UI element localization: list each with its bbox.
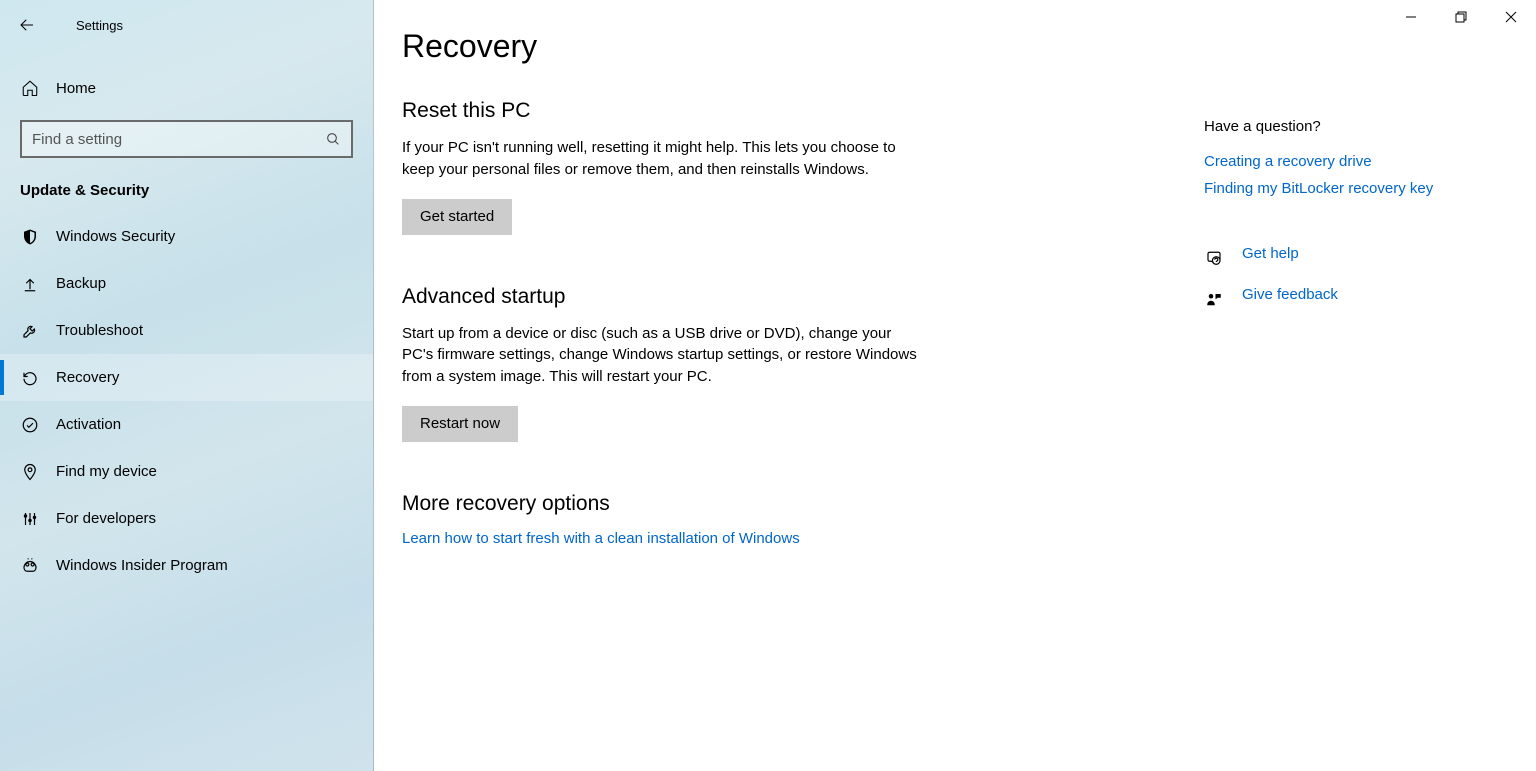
- location-icon: [20, 463, 40, 481]
- sidebar-item-windows-security[interactable]: Windows Security: [0, 213, 373, 260]
- help-icon: [1204, 250, 1224, 268]
- sidebar: Settings Home Update & Security Wind: [0, 0, 374, 771]
- give-feedback-link[interactable]: Give feedback: [1242, 286, 1338, 303]
- give-feedback-row[interactable]: Give feedback: [1204, 286, 1504, 313]
- content: Recovery Reset this PC If your PC isn't …: [402, 28, 1042, 771]
- sidebar-item-home[interactable]: Home: [0, 66, 373, 110]
- nav-list: Windows Security Backup Troubleshoot Rec…: [0, 213, 373, 589]
- learn-fresh-install-link[interactable]: Learn how to start fresh with a clean in…: [402, 530, 800, 547]
- sidebar-section-label: Update & Security: [0, 158, 373, 213]
- app-root: Settings Home Update & Security Wind: [0, 0, 1536, 771]
- sidebar-item-label: Backup: [40, 275, 106, 292]
- section-heading: Reset this PC: [402, 99, 1042, 123]
- home-icon: [20, 79, 40, 97]
- help-links: Get help Give feedback: [1204, 245, 1504, 313]
- aside: Have a question? Creating a recovery dri…: [1204, 118, 1504, 327]
- minimize-icon: [1405, 11, 1417, 23]
- search-input[interactable]: [32, 131, 325, 148]
- sidebar-item-label: Windows Insider Program: [40, 557, 228, 574]
- sidebar-item-label: Recovery: [40, 369, 119, 386]
- section-reset-this-pc: Reset this PC If your PC isn't running w…: [402, 99, 1042, 235]
- home-label: Home: [40, 80, 96, 97]
- window-title: Settings: [50, 18, 123, 33]
- check-circle-icon: [20, 416, 40, 434]
- sidebar-header: Settings: [0, 6, 373, 44]
- section-description: Start up from a device or disc (such as …: [402, 323, 922, 388]
- aside-question: Have a question?: [1204, 118, 1504, 135]
- restart-now-button[interactable]: Restart now: [402, 406, 518, 442]
- shield-icon: [20, 228, 40, 246]
- get-started-button[interactable]: Get started: [402, 199, 512, 235]
- back-button[interactable]: [18, 16, 50, 34]
- get-help-link[interactable]: Get help: [1242, 245, 1299, 262]
- insider-icon: [20, 557, 40, 575]
- link-bitlocker-key[interactable]: Finding my BitLocker recovery key: [1204, 180, 1504, 197]
- get-help-row[interactable]: Get help: [1204, 245, 1504, 272]
- sidebar-item-windows-insider[interactable]: Windows Insider Program: [0, 542, 373, 589]
- sidebar-item-activation[interactable]: Activation: [0, 401, 373, 448]
- sidebar-item-label: Activation: [40, 416, 121, 433]
- backup-icon: [20, 275, 40, 293]
- sidebar-item-troubleshoot[interactable]: Troubleshoot: [0, 307, 373, 354]
- developers-icon: [20, 510, 40, 528]
- minimize-button[interactable]: [1386, 0, 1436, 34]
- search-container: [0, 110, 373, 158]
- search-icon: [325, 131, 341, 147]
- maximize-icon: [1455, 11, 1467, 23]
- main-area: Recovery Reset this PC If your PC isn't …: [374, 0, 1536, 771]
- close-icon: [1505, 11, 1517, 23]
- sidebar-item-label: For developers: [40, 510, 156, 527]
- section-advanced-startup: Advanced startup Start up from a device …: [402, 285, 1042, 442]
- link-recovery-drive[interactable]: Creating a recovery drive: [1204, 153, 1504, 170]
- section-description: If your PC isn't running well, resetting…: [402, 137, 922, 181]
- maximize-button[interactable]: [1436, 0, 1486, 34]
- sidebar-item-backup[interactable]: Backup: [0, 260, 373, 307]
- sidebar-item-recovery[interactable]: Recovery: [0, 354, 373, 401]
- sidebar-item-label: Troubleshoot: [40, 322, 143, 339]
- sidebar-item-find-my-device[interactable]: Find my device: [0, 448, 373, 495]
- feedback-icon: [1204, 291, 1224, 309]
- sidebar-item-label: Find my device: [40, 463, 157, 480]
- section-heading: Advanced startup: [402, 285, 1042, 309]
- close-button[interactable]: [1486, 0, 1536, 34]
- titlebar-controls: [1386, 0, 1536, 34]
- section-heading: More recovery options: [402, 492, 1042, 516]
- sidebar-item-label: Windows Security: [40, 228, 175, 245]
- sidebar-item-for-developers[interactable]: For developers: [0, 495, 373, 542]
- recovery-icon: [20, 369, 40, 387]
- wrench-icon: [20, 322, 40, 340]
- section-more-recovery-options: More recovery options Learn how to start…: [402, 492, 1042, 547]
- search-box[interactable]: [20, 120, 353, 158]
- arrow-left-icon: [18, 16, 36, 34]
- page-title: Recovery: [402, 28, 1042, 65]
